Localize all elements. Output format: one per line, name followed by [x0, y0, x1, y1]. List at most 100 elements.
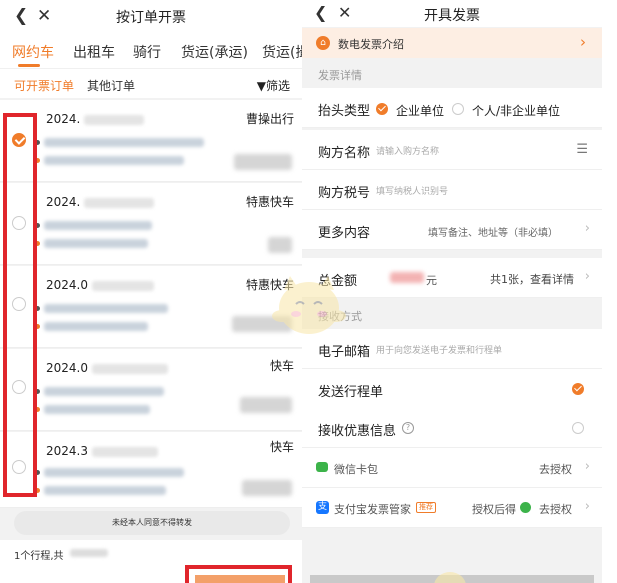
tab-other-orders[interactable]: 其他订单 — [87, 77, 135, 94]
start-address-redacted — [44, 304, 168, 313]
banner-text: 数电发票介绍 — [338, 38, 404, 51]
help-icon[interactable]: ? — [402, 422, 414, 434]
service-type: 特惠快车 — [245, 195, 294, 209]
tab-invoiceable-orders[interactable]: 可开票订单 — [14, 77, 74, 94]
next-button-highlight — [185, 565, 292, 583]
chevron-right-icon: › — [584, 499, 590, 514]
date-redacted — [84, 115, 144, 125]
more-content-hint: 填写备注、地址等（非必填） — [428, 228, 558, 239]
order-item[interactable]: 2024.0 特惠快车 — [0, 266, 302, 348]
chevron-right-icon: › — [584, 269, 590, 284]
start-address-redacted — [44, 138, 204, 147]
start-address-redacted — [44, 221, 152, 230]
more-content-row[interactable]: 更多内容 填写备注、地址等（非必填） › — [302, 210, 602, 250]
price-redacted — [242, 480, 292, 496]
tab-taxi[interactable]: 出租车 — [73, 42, 115, 62]
send-itinerary-label: 发送行程单 — [318, 385, 384, 400]
tab-ride-hailing[interactable]: 网约车 — [12, 42, 54, 62]
total-redacted — [70, 549, 108, 557]
watermark-mascot — [434, 572, 466, 583]
send-itinerary-toggle[interactable] — [572, 383, 584, 395]
promo-toggle[interactable] — [572, 422, 584, 434]
service-type: 快车 — [269, 359, 294, 373]
wechat-row[interactable]: 微信卡包 去授权 › — [302, 448, 602, 488]
send-itinerary-row: 发送行程单 — [302, 369, 602, 409]
order-item[interactable]: 2024. 特惠快车 — [0, 183, 302, 265]
alipay-authorize[interactable]: 去授权 — [539, 501, 572, 517]
digital-invoice-banner[interactable]: ⌂ 数电发票介绍 › — [302, 28, 602, 58]
section-invoice-details: 发票详情 — [318, 69, 362, 82]
order-item[interactable]: 2024. 曹操出行 — [0, 100, 302, 182]
left-header: ❮ ✕ 按订单开票 — [0, 0, 302, 34]
buyer-name-row: 购方名称 请输入购方名称 ☰ — [302, 130, 602, 170]
price-redacted — [240, 397, 292, 413]
end-address-redacted — [44, 322, 148, 331]
date-redacted — [92, 364, 168, 374]
order-date: 2024. — [46, 112, 81, 126]
amount-unit: 元 — [426, 274, 437, 287]
alipay-label: 支付宝发票管家 — [334, 503, 411, 516]
buyer-tax-input[interactable]: 填写纳税人识别号 — [376, 184, 448, 197]
watermark-mascot — [272, 276, 346, 334]
order-item[interactable]: 2024.0 快车 — [0, 349, 302, 431]
category-tabs: 网约车 出租车 骑行 货运(承运) 货运(撮 — [0, 34, 302, 68]
recommend-badge: 推荐 — [416, 502, 436, 513]
tab-cycling[interactable]: 骑行 — [133, 42, 161, 62]
option-personal[interactable]: 个人/非企业单位 — [472, 102, 560, 119]
service-type: 曹操出行 — [245, 112, 294, 126]
start-address-redacted — [44, 387, 164, 396]
page-title: 按订单开票 — [116, 10, 186, 26]
order-subtabs: 可开票订单 其他订单 ▼筛选 — [0, 68, 302, 98]
forward-warning: 未经本人同意不得转发 — [14, 511, 290, 535]
invoice-detail-link[interactable]: 共1张，查看详情 — [490, 271, 574, 287]
alipay-icon: 支 — [316, 501, 329, 514]
header-type-row: 抬头类型 企业单位 个人/非企业单位 — [302, 88, 602, 128]
buyer-tax-label: 购方税号 — [318, 186, 371, 201]
chevron-right-icon: › — [580, 33, 586, 51]
right-header: ❮ ✕ 开具发票 — [302, 0, 602, 27]
radio-enterprise[interactable] — [376, 103, 388, 115]
order-item[interactable]: 2024.3 快车 — [0, 432, 302, 508]
wechat-label: 微信卡包 — [334, 463, 378, 476]
alipay-row[interactable]: 支 支付宝发票管家 推荐 授权后得 去授权 › — [302, 488, 602, 528]
date-redacted — [92, 281, 154, 291]
chevron-right-icon: › — [584, 221, 590, 236]
email-input[interactable]: 用于向您发送电子发票和行程单 — [376, 343, 502, 356]
price-redacted — [268, 237, 292, 253]
trip-count: 1个行程,共 — [14, 551, 64, 562]
page-title: 开具发票 — [424, 8, 480, 24]
home-icon: ⌂ — [316, 36, 330, 50]
more-content-label: 更多内容 — [318, 226, 371, 241]
order-invoice-panel: ❮ ✕ 按订单开票 网约车 出租车 骑行 货运(承运) 货运(撮 可开票订单 其… — [0, 0, 302, 583]
radio-personal[interactable] — [452, 103, 464, 115]
promo-label: 接收优惠信息 — [318, 424, 397, 439]
date-redacted — [92, 447, 158, 457]
header-type-label: 抬头类型 — [318, 104, 371, 119]
wechat-icon — [316, 462, 328, 472]
tab-freight-other[interactable]: 货运(撮 — [262, 42, 302, 62]
service-type: 快车 — [269, 440, 294, 454]
active-tab-indicator — [18, 64, 40, 67]
list-icon[interactable]: ☰ — [576, 142, 588, 157]
email-label: 电子邮箱 — [318, 345, 371, 360]
order-date: 2024.0 — [46, 278, 88, 292]
tab-freight-carrier[interactable]: 货运(承运) — [181, 42, 248, 62]
reward-icon — [520, 502, 531, 513]
date-redacted — [84, 198, 154, 208]
option-enterprise[interactable]: 企业单位 — [396, 102, 444, 119]
amount-redacted — [390, 272, 424, 283]
order-date: 2024.0 — [46, 361, 88, 375]
wechat-authorize[interactable]: 去授权 — [539, 461, 572, 477]
filter-button[interactable]: ▼筛选 — [257, 77, 290, 94]
buyer-tax-row: 购方税号 填写纳税人识别号 — [302, 170, 602, 210]
order-date: 2024.3 — [46, 444, 88, 458]
chevron-right-icon: › — [584, 459, 590, 474]
alipay-reward-text: 授权后得 — [472, 503, 516, 516]
end-address-redacted — [44, 239, 148, 248]
price-redacted — [234, 154, 292, 170]
order-date: 2024. — [46, 195, 81, 209]
buyer-name-input[interactable]: 请输入购方名称 — [376, 144, 439, 157]
end-address-redacted — [44, 405, 150, 414]
start-address-redacted — [44, 468, 184, 477]
checkbox-column-highlight — [3, 113, 37, 497]
